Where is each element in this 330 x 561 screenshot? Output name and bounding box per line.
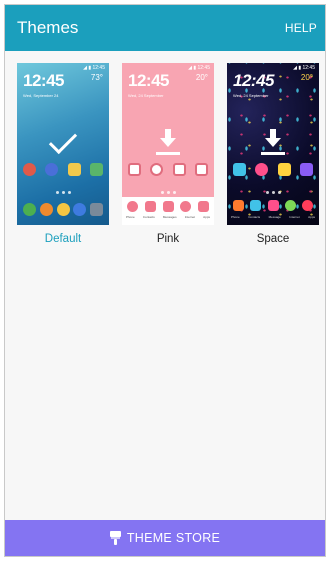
theme-name: Pink [156,233,180,245]
app-icon [23,163,36,176]
dock-label: Contacts [248,215,261,219]
theme-preview[interactable]: ◢ ▮ 12:45 12:45 20° Wed, 24 September Ph… [227,63,319,225]
app-icon [90,203,103,216]
preview-clock: 12:45 [23,71,64,90]
theme-preview[interactable]: ◢ ▮ 12:45 12:45 20° Wed, 24 September Ph… [122,63,214,225]
app-icon [233,200,244,211]
app-icon [194,163,208,176]
dock-label: Internet [289,215,300,219]
preview-clock: 12:45 [128,71,169,90]
app-icon [162,201,174,212]
theme-pink[interactable]: ◢ ▮ 12:45 12:45 20° Wed, 24 September Ph… [122,63,214,245]
dock-icons [127,201,209,212]
app-icon [299,163,313,176]
preview-weather: 20° [195,73,208,82]
page-title: Themes [17,18,79,37]
preview-date: Wed, 24 September [128,93,164,98]
page-dots [122,191,214,194]
app-icon [284,200,296,211]
app-icon [233,163,246,176]
app-icon [198,201,209,212]
dock-label: Apps [203,215,210,219]
preview-date: Wed, September 24 [23,93,59,98]
theme-space[interactable]: ◢ ▮ 12:45 12:45 20° Wed, 24 September Ph… [227,63,319,245]
preview-dock [23,203,103,216]
app-icon [172,163,186,176]
app-icon [56,203,70,216]
page-dots [227,191,319,194]
app-icon [73,203,87,216]
preview-app-row [23,163,103,176]
app-icon [45,163,59,176]
dock-label: Internet [184,215,195,219]
preview-clock: 12:45 [233,71,274,90]
dock-label: Phone [126,215,135,219]
app-icon [39,203,53,216]
help-button[interactable]: HELP [285,21,317,35]
preview-app-row [128,163,208,176]
app-icon [128,163,141,176]
dock-label: Contacts [142,215,155,219]
status-bar: ◢ ▮ 12:45 [188,65,210,71]
app-icon [89,163,103,176]
dock-label: Messages [162,215,177,219]
app-icon [302,200,313,211]
app-icon [267,200,279,211]
app-bar: Themes HELP [5,5,325,51]
app-icon [277,163,291,176]
preview-dock [233,200,313,211]
dock-label: Apps [308,215,315,219]
dock-label: Phone [231,215,240,219]
app-icon [180,201,192,212]
theme-name: Space [256,233,290,245]
paint-brush-icon [109,531,121,545]
themes-screen: Themes HELP ◢ ▮ 12:45 12:45 73° Wed, Sep… [4,4,326,557]
preview-date: Wed, 24 September [233,93,269,98]
theme-store-label: THEME STORE [126,531,221,545]
app-icon [144,201,156,212]
preview-weather: 20° [300,73,313,82]
theme-preview[interactable]: ◢ ▮ 12:45 12:45 73° Wed, September 24 [17,63,109,225]
download-icon [261,129,285,157]
app-icon [255,163,269,176]
app-icon [23,203,36,216]
dock-labels: Phone Contacts Messages Internet Apps [126,215,210,219]
app-icon [127,201,138,212]
status-bar: ◢ ▮ 12:45 [293,65,315,71]
dock-labels: Phone Contacts Message Internet Apps [231,215,315,219]
page-dots [17,191,109,194]
download-icon [156,129,180,157]
preview-weather: 73° [90,73,103,82]
theme-store-button[interactable]: THEME STORE [5,520,325,556]
app-icon [250,200,262,211]
preview-dock: Phone Contacts Messages Internet Apps [122,197,214,225]
app-icon [67,163,81,176]
theme-name: Default [44,233,82,245]
dock-label: Message [268,215,281,219]
app-icon [150,163,164,176]
preview-app-row [233,163,313,176]
theme-default[interactable]: ◢ ▮ 12:45 12:45 73° Wed, September 24 De… [17,63,109,245]
status-bar: ◢ ▮ 12:45 [83,65,105,71]
checkmark-icon [48,125,78,155]
